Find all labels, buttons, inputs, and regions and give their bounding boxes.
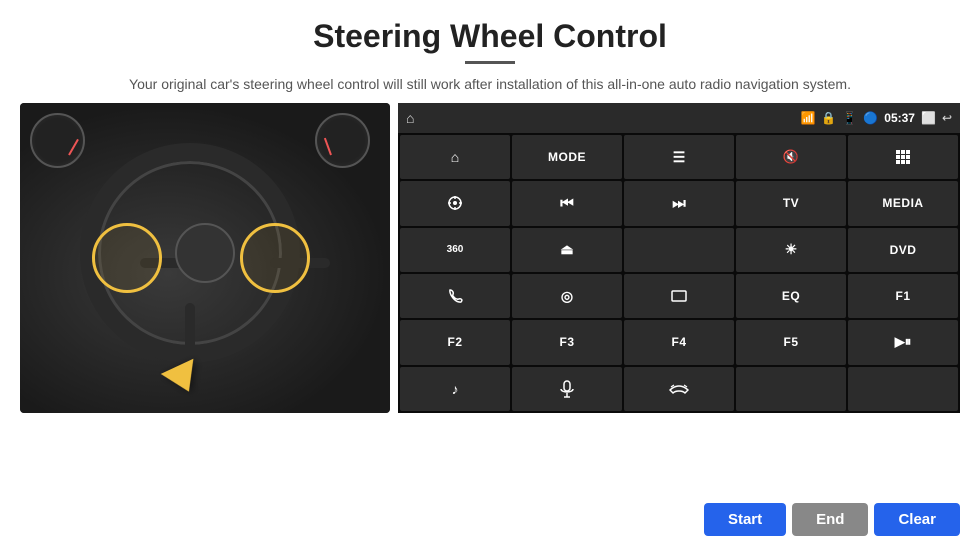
screen-icon: ⬜ (921, 111, 936, 125)
bottom-bar: Start End Clear (0, 495, 980, 544)
navi-icon: ◎ (561, 288, 573, 305)
steering-wheel-image (20, 103, 390, 413)
btn-screen-ratio[interactable] (624, 274, 734, 318)
status-bar-left: ⌂ (406, 110, 414, 126)
lock-icon: 🔒 (821, 111, 836, 125)
brightness-icon: ☀ (785, 241, 798, 258)
btn-empty-1 (736, 367, 846, 411)
clear-button[interactable]: Clear (874, 503, 960, 536)
play-pause-icon: ▶⏸ (895, 334, 912, 350)
btn-media[interactable]: MEDIA (848, 181, 958, 225)
btn-eject[interactable]: ⏏ (512, 228, 622, 272)
btn-play-pause[interactable]: ▶⏸ (848, 320, 958, 364)
btn-navi-2[interactable]: ◎ (512, 274, 622, 318)
btn-f4[interactable]: F4 (624, 320, 734, 364)
btn-next[interactable]: ⏭ (624, 181, 734, 225)
bluetooth-icon: 🔵 (863, 111, 878, 125)
sim-icon: 📱 (842, 111, 857, 125)
rpm-meter (315, 113, 370, 168)
spoke-bottom (185, 303, 195, 363)
btn-mute[interactable]: 🔇 (736, 135, 846, 179)
btn-prev[interactable]: ⏮ (512, 181, 622, 225)
home-btn-icon: ⌂ (451, 149, 459, 165)
music-icon: ♪ (452, 381, 459, 397)
steering-bg (20, 103, 390, 413)
btn-f2[interactable]: F2 (400, 320, 510, 364)
btn-nav[interactable] (400, 181, 510, 225)
btn-empty-2 (848, 367, 958, 411)
end-button[interactable]: End (792, 503, 868, 536)
speedometer (30, 113, 85, 168)
eject-icon: ⏏ (560, 241, 573, 258)
control-grid: ⌂ MODE ☰ 🔇 (398, 133, 960, 413)
page-container: Steering Wheel Control Your original car… (0, 0, 980, 544)
head-unit-panel: ⌂ 📶 🔒 📱 🔵 05:37 ⬜ ↩ ⌂ MODE (398, 103, 960, 413)
btn-dvd[interactable]: DVD (848, 228, 958, 272)
btn-f5[interactable]: F5 (736, 320, 846, 364)
360-text: 360 (447, 244, 464, 255)
microphone-icon (560, 380, 574, 398)
prev-icon: ⏮ (560, 195, 574, 212)
btn-f1[interactable]: F1 (848, 274, 958, 318)
btn-list[interactable]: ☰ (624, 135, 734, 179)
speedometer-needle (68, 139, 79, 156)
left-button-highlight (92, 223, 162, 293)
page-title: Steering Wheel Control (40, 18, 940, 55)
apps-icon (894, 148, 912, 166)
arrow-indicator (161, 359, 205, 400)
screen-ratio-icon (671, 290, 687, 302)
mute-icon: 🔇 (783, 149, 799, 165)
btn-radio[interactable] (624, 228, 734, 272)
phone-icon (447, 288, 463, 304)
btn-mode[interactable]: MODE (512, 135, 622, 179)
btn-mic[interactable] (512, 367, 622, 411)
status-time: 05:37 (884, 111, 915, 125)
steering-hub (175, 223, 235, 283)
btn-call-hangup[interactable] (624, 367, 734, 411)
nav-icon (447, 195, 463, 211)
content-area: ⌂ 📶 🔒 📱 🔵 05:37 ⬜ ↩ ⌂ MODE (0, 103, 980, 544)
call-hangup-icon (669, 382, 689, 396)
page-subtitle: Your original car's steering wheel contr… (40, 74, 940, 95)
home-icon: ⌂ (406, 110, 414, 126)
right-button-highlight (240, 223, 310, 293)
back-icon: ↩ (942, 111, 952, 125)
title-divider (465, 61, 515, 64)
list-icon: ☰ (673, 149, 686, 166)
wifi-icon: 📶 (800, 111, 815, 125)
btn-f3[interactable]: F3 (512, 320, 622, 364)
btn-360[interactable]: 360 (400, 228, 510, 272)
btn-brightness[interactable]: ☀ (736, 228, 846, 272)
next-icon: ⏭ (672, 195, 686, 212)
status-bar: ⌂ 📶 🔒 📱 🔵 05:37 ⬜ ↩ (398, 103, 960, 133)
btn-music[interactable]: ♪ (400, 367, 510, 411)
btn-phone[interactable] (400, 274, 510, 318)
status-bar-right: 📶 🔒 📱 🔵 05:37 ⬜ ↩ (800, 111, 952, 125)
btn-apps[interactable] (848, 135, 958, 179)
header-section: Steering Wheel Control Your original car… (0, 0, 980, 103)
btn-eq[interactable]: EQ (736, 274, 846, 318)
btn-tv[interactable]: TV (736, 181, 846, 225)
start-button[interactable]: Start (704, 503, 786, 536)
btn-home[interactable]: ⌂ (400, 135, 510, 179)
rpm-needle (324, 138, 332, 156)
